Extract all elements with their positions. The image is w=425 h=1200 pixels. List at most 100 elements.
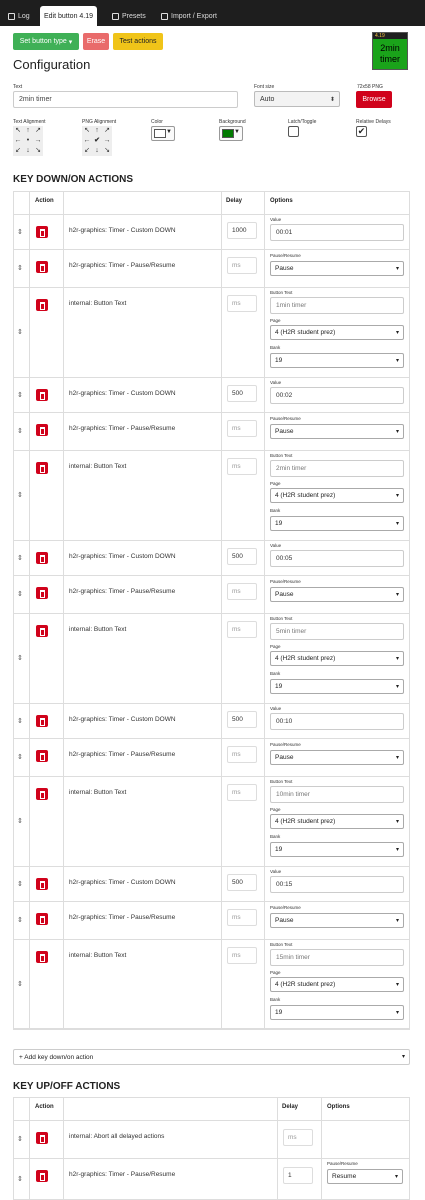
delay-input[interactable]: ms <box>227 420 257 437</box>
drag-handle-icon[interactable]: ⇕ <box>17 328 23 336</box>
option-label: Page <box>270 807 281 812</box>
trash-icon[interactable] <box>36 389 48 401</box>
delay-input[interactable]: 1 <box>283 1167 313 1184</box>
drag-handle-icon[interactable]: ⇕ <box>17 880 23 888</box>
trash-icon[interactable] <box>36 625 48 637</box>
delay-input[interactable]: 500 <box>227 548 257 565</box>
drag-handle-icon[interactable]: ⇕ <box>17 590 23 598</box>
button-text-input[interactable]: 5min timer <box>270 623 404 640</box>
trash-icon[interactable] <box>36 750 48 762</box>
delay-input[interactable]: ms <box>227 784 257 801</box>
drag-handle-icon[interactable]: ⇕ <box>17 1175 23 1183</box>
bank-select[interactable]: 19 ▾ <box>270 679 404 694</box>
delay-input[interactable]: 500 <box>227 874 257 891</box>
value-input[interactable]: 00:15 <box>270 876 404 893</box>
delay-input[interactable]: ms <box>227 458 257 475</box>
pause-resume-select[interactable]: Pause ▾ <box>270 261 404 276</box>
row-divider <box>13 939 410 940</box>
drag-handle-icon[interactable]: ⇕ <box>17 980 23 988</box>
trash-icon[interactable] <box>36 261 48 273</box>
pause-resume-select[interactable]: Pause ▾ <box>270 424 404 439</box>
drag-handle-icon[interactable]: ⇕ <box>17 916 23 924</box>
page-select[interactable]: 4 (H2R student prez) ▾ <box>270 325 404 340</box>
drag-handle-icon[interactable]: ⇕ <box>17 554 23 562</box>
drag-handle-icon[interactable]: ⇕ <box>17 427 23 435</box>
delay-input[interactable]: 1000 <box>227 222 257 239</box>
delay-input[interactable]: ms <box>227 746 257 763</box>
bank-select[interactable]: 19 ▾ <box>270 1005 404 1020</box>
value-input[interactable]: 00:10 <box>270 713 404 730</box>
set-button-type-button[interactable]: Set button type ▾ <box>13 33 79 50</box>
bank-select[interactable]: 19 ▾ <box>270 842 404 857</box>
drag-handle-icon[interactable]: ⇕ <box>17 717 23 725</box>
drag-handle-icon[interactable]: ⇕ <box>17 817 23 825</box>
delay-input[interactable]: 500 <box>227 385 257 402</box>
text-input[interactable]: 2min timer <box>13 91 238 108</box>
pause-resume-select[interactable]: Resume ▾ <box>327 1169 403 1184</box>
button-text-input[interactable]: 1min timer <box>270 297 404 314</box>
button-text-input[interactable]: 2min timer <box>270 460 404 477</box>
delay-input[interactable]: ms <box>227 295 257 312</box>
browse-button[interactable]: Browse <box>356 91 392 108</box>
page-select[interactable]: 4 (H2R student prez) ▾ <box>270 977 404 992</box>
pause-resume-select[interactable]: Pause ▾ <box>270 587 404 602</box>
erase-button[interactable]: Erase <box>83 33 109 50</box>
trash-icon[interactable] <box>36 788 48 800</box>
trash-icon[interactable] <box>36 715 48 727</box>
drag-handle-icon[interactable]: ⇕ <box>17 654 23 662</box>
drag-handle-icon[interactable]: ⇕ <box>17 753 23 761</box>
trash-icon[interactable] <box>36 299 48 311</box>
tab-presets[interactable]: Presets <box>108 6 150 26</box>
text-color-picker[interactable]: ▼ <box>151 126 175 141</box>
drag-handle-icon[interactable]: ⇕ <box>17 1135 23 1143</box>
value-input[interactable]: 00:05 <box>270 550 404 567</box>
tab-log[interactable]: Log <box>4 6 34 26</box>
delay-input[interactable]: ms <box>283 1129 313 1146</box>
background-color-picker[interactable]: ▼ <box>219 126 243 141</box>
delay-input[interactable]: 500 <box>227 711 257 728</box>
import-export-icon <box>161 12 168 20</box>
add-key-down-action-select[interactable]: + Add key down/on action ▾ <box>13 1049 410 1065</box>
text-alignment-grid[interactable]: ↖ ↑ ↗ ← • → ↙ ↓ ↘ <box>13 126 43 156</box>
delay-input[interactable]: ms <box>227 621 257 638</box>
pause-resume-select[interactable]: Pause ▾ <box>270 750 404 765</box>
relative-delays-checkbox[interactable]: ✔ <box>356 126 367 137</box>
trash-icon[interactable] <box>36 462 48 474</box>
background-swatch <box>222 129 234 138</box>
trash-icon[interactable] <box>36 878 48 890</box>
delay-input[interactable]: ms <box>227 583 257 600</box>
bank-select[interactable]: 19 ▾ <box>270 353 404 368</box>
pause-resume-select[interactable]: Pause ▾ <box>270 913 404 928</box>
drag-handle-icon[interactable]: ⇕ <box>17 491 23 499</box>
test-actions-button[interactable]: Test actions <box>113 33 163 50</box>
tab-import-export[interactable]: Import / Export <box>157 6 221 26</box>
button-text-input[interactable]: 10min timer <box>270 786 404 803</box>
png-alignment-grid[interactable]: ↖ ↑ ↗ ← ✔ → ↙ ↓ ↘ <box>82 126 112 156</box>
trash-icon[interactable] <box>36 587 48 599</box>
drag-handle-icon[interactable]: ⇕ <box>17 264 23 272</box>
trash-icon[interactable] <box>36 552 48 564</box>
delay-input[interactable]: ms <box>227 947 257 964</box>
trash-icon[interactable] <box>36 913 48 925</box>
button-text-input[interactable]: 15min timer <box>270 949 404 966</box>
trash-icon[interactable] <box>36 1132 48 1144</box>
bank-select[interactable]: 19 ▾ <box>270 516 404 531</box>
value-input[interactable]: 00:01 <box>270 224 404 241</box>
delay-input[interactable]: ms <box>227 257 257 274</box>
page-select[interactable]: 4 (H2R student prez) ▾ <box>270 814 404 829</box>
align-arrow-icon: ← <box>83 137 91 144</box>
drag-handle-icon[interactable]: ⇕ <box>17 391 23 399</box>
trash-icon[interactable] <box>36 951 48 963</box>
trash-icon[interactable] <box>36 1170 48 1182</box>
page-select[interactable]: 4 (H2R student prez) ▾ <box>270 488 404 503</box>
drag-handle-icon[interactable]: ⇕ <box>17 228 23 236</box>
delay-input[interactable]: ms <box>227 909 257 926</box>
trash-icon[interactable] <box>36 424 48 436</box>
page-select[interactable]: 4 (H2R student prez) ▾ <box>270 651 404 666</box>
latch-checkbox[interactable] <box>288 126 299 137</box>
trash-icon[interactable] <box>36 226 48 238</box>
column-divider <box>63 191 64 1029</box>
tab-edit-button[interactable]: Edit button 4.19 <box>40 6 98 26</box>
font-size-select[interactable]: Auto ⬍ <box>254 91 340 107</box>
value-input[interactable]: 00:02 <box>270 387 404 404</box>
